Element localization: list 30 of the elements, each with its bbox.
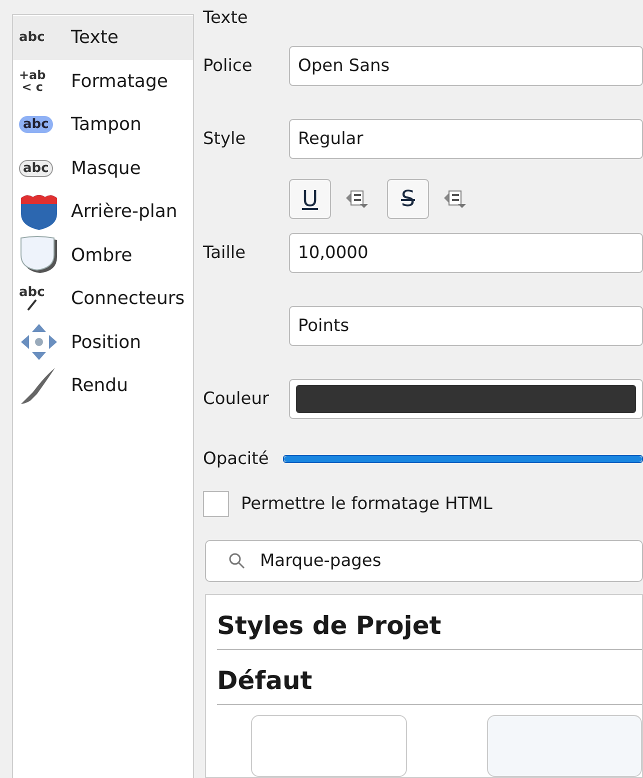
strikethrough-button[interactable]: S [387,179,429,220]
field-label: Opacité [203,448,270,469]
combo-box[interactable]: 10,0000 [289,233,643,274]
text-icon: abc [19,31,45,44]
field-label: Couleur [203,389,270,410]
sidebar-item[interactable]: Arrière-plan [13,190,193,234]
sidebar-item[interactable]: Rendu [13,364,193,408]
checkbox-label: Permettre le formatage HTML [241,494,492,514]
section-heading: Défaut [217,660,642,706]
section-title: Texte [203,8,249,30]
field-label: Taille [203,243,247,264]
field-label: Police [203,56,254,76]
section-heading: Styles de Projet [217,605,642,650]
callout-icon: abc [19,286,45,311]
sidebar-item[interactable]: abc Texte [13,16,193,60]
field-label: Style [203,129,247,150]
formatting-icon: +ab < c [19,69,46,94]
sidebar-item[interactable]: Ombre [13,234,193,277]
sidebar-item[interactable]: abc Tampon [13,103,193,146]
buffer-icon: abc [19,116,53,134]
sidebar-item[interactable]: +ab < c Formatage [13,60,193,103]
underline-button[interactable]: U [289,179,331,220]
search-field[interactable]: Marque-pages [205,540,643,582]
combo-box[interactable]: Regular [289,119,643,160]
mask-icon: abc [19,160,53,177]
combo-box[interactable]: Open Sans [289,46,643,86]
sidebar-item[interactable]: abc Connecteurs [13,277,193,320]
sidebar-item[interactable]: abc Masque [13,146,193,190]
combo-box[interactable]: Points [289,306,643,346]
sidebar-item[interactable]: Position [13,320,193,364]
